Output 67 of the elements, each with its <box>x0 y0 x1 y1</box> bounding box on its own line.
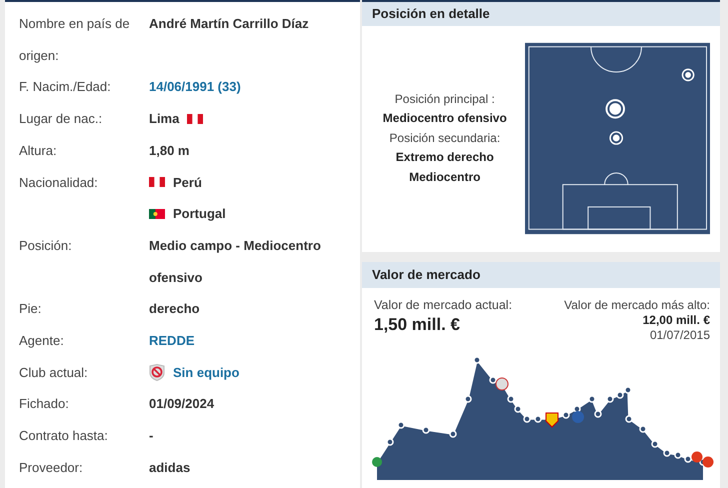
chart-point <box>473 357 481 364</box>
value-text: André Martín Carrillo Díaz <box>149 15 309 33</box>
value-link[interactable]: Sin equipo <box>173 356 240 388</box>
club-badge-icon <box>496 378 508 390</box>
current-value-label: Valor de mercado actual: <box>374 298 512 313</box>
value-text: - <box>149 427 154 446</box>
field-label: Proveedor: <box>19 458 84 477</box>
value-text: Lima <box>149 110 180 128</box>
value-text: derecho <box>149 300 200 318</box>
chart-point <box>422 426 430 434</box>
highest-value-label: Valor de mercado más alto: <box>564 298 710 313</box>
peru-flag-icon <box>149 177 165 188</box>
value-text: adidas <box>149 458 190 477</box>
value-text: 01/09/2024 <box>149 395 214 414</box>
chart-point <box>606 395 614 403</box>
panel-title: Valor de mercado <box>362 262 720 288</box>
chart-point <box>489 376 497 384</box>
field-label: Pie: <box>19 300 42 318</box>
value-text: 1,80 m <box>149 142 190 160</box>
chart-point <box>573 405 581 413</box>
chart-point <box>507 395 515 403</box>
secondary-position: Mediocentro <box>409 168 480 186</box>
chart-point <box>534 415 542 423</box>
field-label: Fichado: <box>19 395 70 414</box>
main-position: Mediocentro ofensivo <box>382 110 507 128</box>
chart-point <box>594 410 602 418</box>
position-label: Posición secundaria: <box>389 130 500 147</box>
field-label: Lugar de nac.: <box>19 110 104 128</box>
current-value: 1,50 mill. € <box>374 315 461 335</box>
secondary-position: Extremo derecho <box>396 149 494 166</box>
chart-point <box>397 421 405 429</box>
field-label: Nacionalidad: <box>19 174 99 192</box>
chart-point <box>562 411 570 419</box>
highest-value-date: 01/07/2015 <box>650 328 710 343</box>
field-label: Contrato hasta: <box>19 427 109 446</box>
peru-flag-icon <box>187 114 204 124</box>
chart-point <box>386 438 394 446</box>
position-label: Posición principal : <box>394 90 495 108</box>
chart-point <box>514 405 522 413</box>
club-badge-icon <box>572 411 584 423</box>
chart-point <box>651 440 659 448</box>
no-club-icon <box>149 364 165 382</box>
chart-point <box>464 395 472 403</box>
value-text: Portugal <box>173 205 226 224</box>
field-label: Altura: <box>19 142 58 160</box>
field-label: Agente: <box>19 332 65 350</box>
club-badge-icon <box>702 456 714 468</box>
field-label: Posición: <box>19 236 73 255</box>
club-badge-icon <box>692 452 702 462</box>
chart-point <box>639 425 647 433</box>
chart-point <box>663 449 671 457</box>
chart-point <box>588 395 596 403</box>
field-label: F. Nacim./Edad: <box>19 78 112 96</box>
chart-point <box>449 430 457 438</box>
highest-value: 12,00 mill. € <box>642 313 710 328</box>
chart-point <box>625 415 633 423</box>
value-link[interactable]: 14/06/1991 (33) <box>149 71 241 104</box>
chart-point <box>674 451 682 459</box>
field-label: Nombre en país de origen: <box>19 15 131 65</box>
chart-point <box>523 415 531 423</box>
value-text: Perú <box>173 174 202 192</box>
field-label: Club actual: <box>19 364 89 382</box>
chart-point <box>684 455 692 463</box>
club-badge-icon <box>372 457 382 467</box>
panel-title: Posición en detalle <box>362 2 720 26</box>
value-link[interactable]: REDDE <box>149 325 195 357</box>
portugal-flag-icon <box>149 209 165 220</box>
